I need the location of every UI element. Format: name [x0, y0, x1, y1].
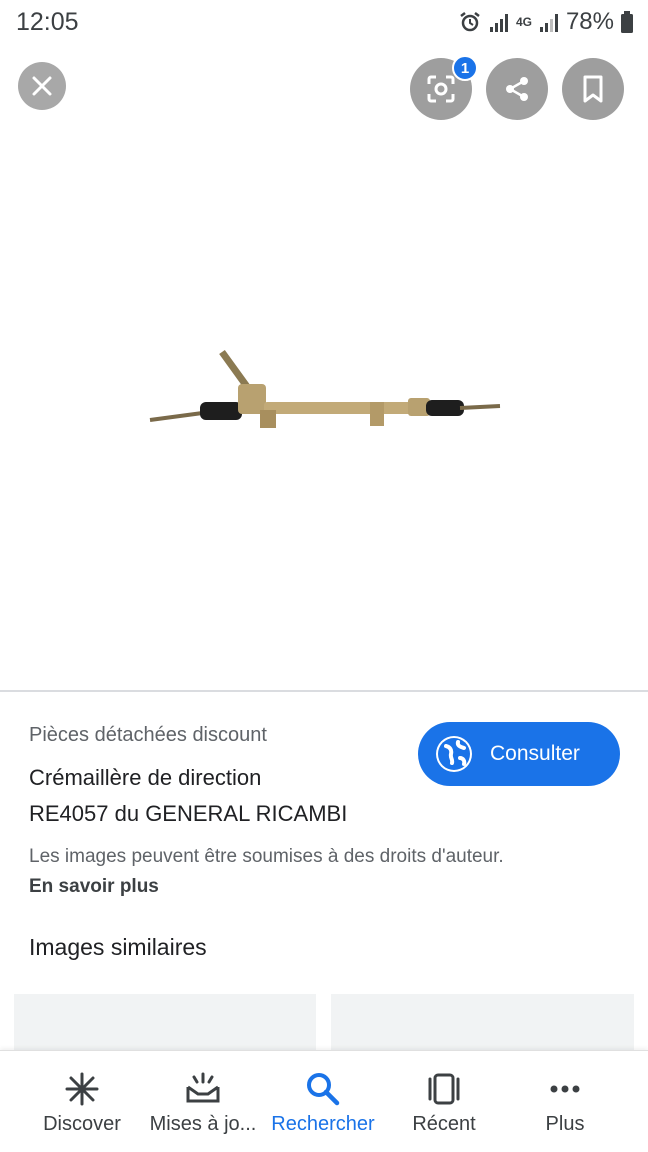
asterisk-icon: [64, 1071, 100, 1107]
battery-icon: [621, 11, 633, 33]
consult-label: Consulter: [490, 742, 580, 765]
nav-label: Mises à jo...: [149, 1113, 257, 1135]
result-title-line1: Crémaillère de direction: [29, 765, 262, 790]
consult-button[interactable]: Consulter: [418, 722, 620, 786]
learn-more-link[interactable]: En savoir plus: [29, 876, 159, 898]
nav-more[interactable]: Plus: [505, 1051, 625, 1152]
status-bar: 12:05 4G 78%: [0, 0, 648, 44]
similar-images-heading: Images similaires: [29, 934, 207, 960]
network-type: 4G: [515, 15, 532, 29]
share-icon: [506, 77, 528, 101]
result-title-line2: RE4057 du GENERAL RICAMBI: [29, 801, 348, 826]
lens-icon: [427, 75, 455, 103]
nav-label: Récent: [412, 1113, 476, 1135]
alarm-icon: [460, 12, 480, 32]
similar-image-thumb[interactable]: [14, 994, 316, 1054]
nav-updates[interactable]: Mises à jo...: [143, 1051, 263, 1152]
result-title[interactable]: Crémaillère de direction RE4057 du GENER…: [29, 760, 409, 832]
similar-image-thumb[interactable]: [331, 994, 634, 1054]
recent-tabs-icon: [425, 1071, 463, 1107]
copyright-notice: Les images peuvent être soumises à des d…: [29, 846, 504, 867]
battery-percent: 78%: [565, 8, 614, 35]
status-icons: 4G 78%: [458, 8, 634, 36]
nav-search[interactable]: Rechercher: [263, 1051, 383, 1152]
source-site[interactable]: Pièces détachées discount: [29, 724, 267, 747]
signal-icon-2: [539, 14, 558, 32]
nav-label: Rechercher: [271, 1113, 375, 1135]
search-icon: [305, 1071, 341, 1107]
signal-icon: [489, 14, 508, 32]
nav-label: Discover: [43, 1113, 121, 1135]
nav-label: Plus: [545, 1113, 585, 1135]
save-button[interactable]: [562, 58, 624, 120]
lens-badge: 1: [452, 55, 478, 81]
updates-icon: [184, 1071, 222, 1107]
share-button[interactable]: [486, 58, 548, 120]
product-image[interactable]: [140, 340, 510, 440]
close-button[interactable]: [18, 62, 66, 110]
nav-recent[interactable]: Récent: [384, 1051, 504, 1152]
divider: [0, 690, 648, 692]
status-time: 12:05: [16, 8, 79, 36]
bookmark-icon: [583, 75, 603, 103]
nav-discover[interactable]: Discover: [22, 1051, 142, 1152]
globe-icon: [436, 736, 472, 772]
close-icon: [32, 76, 52, 96]
more-icon: [547, 1071, 583, 1107]
bottom-nav: Discover Mises à jo... Rechercher Récent…: [0, 1050, 648, 1152]
